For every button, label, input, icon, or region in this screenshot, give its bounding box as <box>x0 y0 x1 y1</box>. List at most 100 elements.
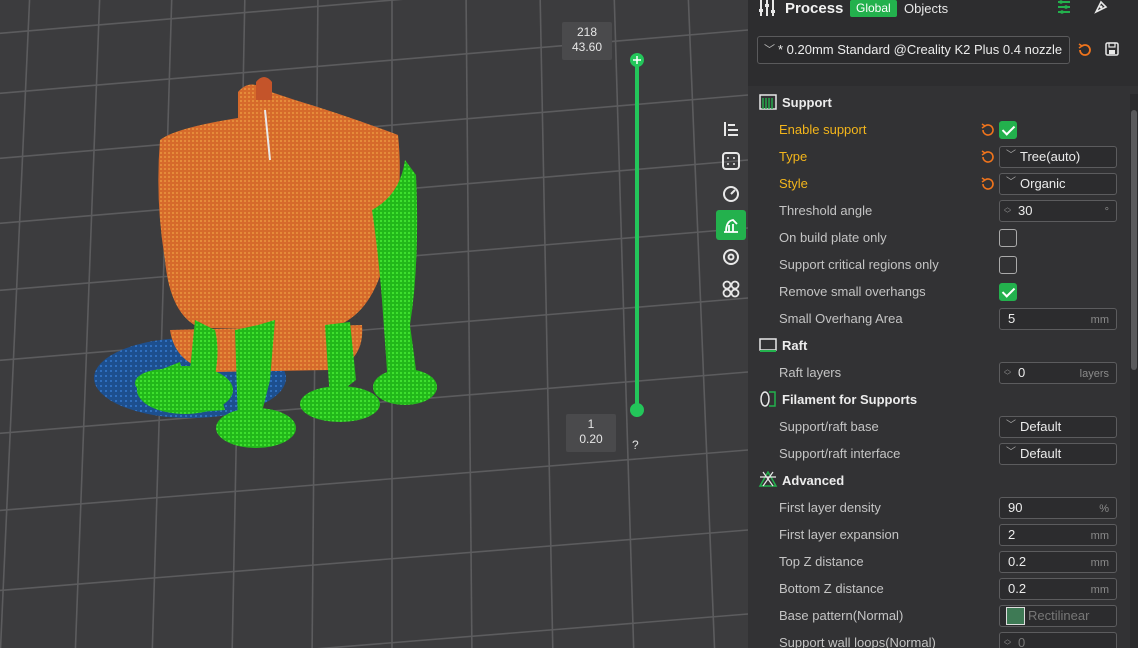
raft-layers-unit: layers <box>1079 368 1109 380</box>
base-pattern-row: Base pattern(Normal) Rectilinear <box>779 605 1129 627</box>
enable-support-label: Enable support <box>779 122 867 137</box>
advanced-list-icon[interactable] <box>1056 0 1072 14</box>
compare-presets-icon[interactable] <box>1093 0 1109 14</box>
enable-support-checkbox[interactable] <box>999 121 1017 139</box>
critical-regions-checkbox[interactable] <box>999 256 1017 274</box>
section-support: Support <box>758 92 832 112</box>
chevron-down-icon: ﹀ <box>1006 150 1016 161</box>
support-type-value: Tree(auto) <box>1020 149 1081 164</box>
build-plate-only-row: On build plate only <box>779 227 1129 249</box>
first-layer-density-label: First layer density <box>779 500 881 515</box>
layer-bottom-readout: 1 0.20 <box>566 414 616 452</box>
support-type-select[interactable]: ﹀ Tree(auto) <box>999 146 1117 168</box>
raft-layers-value: 0 <box>1018 365 1026 380</box>
raft-interface-row: Support/raft interface ﹀ Default <box>779 443 1129 465</box>
assembly-icon[interactable] <box>716 274 746 304</box>
process-header: Process Global Objects ﹀ * 0.20mm Standa… <box>748 0 1138 86</box>
settings-scrollbar[interactable] <box>1130 94 1138 648</box>
bottom-z-distance-label: Bottom Z distance <box>779 581 884 596</box>
reset-preset-icon[interactable] <box>1077 42 1093 58</box>
raft-interface-value: Default <box>1020 446 1062 461</box>
threshold-angle-row: Threshold angle ︿ ﹀ 30 ° <box>779 200 1129 222</box>
filament-section-icon <box>760 391 776 407</box>
object-list-icon[interactable] <box>716 114 746 144</box>
process-settings-icon <box>759 0 775 16</box>
support-style-select[interactable]: ﹀ Organic <box>999 173 1117 195</box>
bottom-z-distance-input[interactable]: 0.2 mm <box>999 578 1117 600</box>
scrollbar-thumb[interactable] <box>1131 110 1137 370</box>
reset-icon[interactable] <box>980 176 996 192</box>
support-section-icon <box>759 94 777 110</box>
base-pattern-label: Base pattern(Normal) <box>779 608 904 623</box>
build-plate-only-checkbox[interactable] <box>999 229 1017 247</box>
support-style-label: Style <box>779 176 808 191</box>
speed-gauge-icon[interactable] <box>716 178 746 208</box>
top-z-distance-input[interactable]: 0.2 mm <box>999 551 1117 573</box>
section-title: Filament for Supports <box>782 391 918 407</box>
preset-name: * 0.20mm Standard @Creality K2 Plus 0.4 … <box>778 42 1063 57</box>
threshold-angle-input[interactable]: ︿ ﹀ 30 ° <box>999 200 1117 222</box>
top-z-distance-unit: mm <box>1090 557 1109 569</box>
section-advanced: Advanced <box>758 470 844 490</box>
remove-small-overhangs-row: Remove small overhangs <box>779 281 1129 303</box>
bottom-layer-number: 1 <box>587 417 595 431</box>
support-paint-icon[interactable] <box>716 210 746 240</box>
bottom-z-distance-value: 0.2 <box>1008 581 1027 596</box>
plate-view-icon[interactable] <box>716 146 746 176</box>
base-pattern-value: Rectilinear <box>1028 608 1090 623</box>
bottom-z-distance-row: Bottom Z distance 0.2 mm <box>779 578 1129 600</box>
small-overhang-area-input[interactable]: 5 mm <box>999 308 1117 330</box>
seam-target-icon[interactable] <box>716 242 746 272</box>
critical-regions-row: Support critical regions only <box>779 254 1129 276</box>
raft-interface-select[interactable]: ﹀ Default <box>999 443 1117 465</box>
first-layer-expansion-input[interactable]: 2 mm <box>999 524 1117 546</box>
section-title: Support <box>782 94 832 110</box>
raft-layers-input[interactable]: ︿ ﹀ 0 layers <box>999 362 1117 384</box>
preview-scene[interactable] <box>0 0 748 648</box>
threshold-angle-label: Threshold angle <box>779 203 873 218</box>
bottom-z-distance-unit: mm <box>1090 584 1109 596</box>
section-title: Advanced <box>782 472 845 488</box>
first-layer-density-row: First layer density 90 % <box>779 497 1129 519</box>
spinner-icon[interactable]: ︿ ﹀ <box>1004 636 1013 648</box>
reset-icon[interactable] <box>980 122 996 138</box>
help-icon[interactable]: ? <box>632 438 639 452</box>
threshold-angle-value: 30 <box>1018 203 1033 218</box>
pattern-icon <box>1006 607 1025 625</box>
top-layer-number: 218 <box>576 25 598 39</box>
first-layer-density-value: 90 <box>1008 500 1023 515</box>
threshold-angle-unit: ° <box>1104 206 1109 218</box>
layer-top-readout: 218 43.60 <box>562 22 612 60</box>
save-preset-icon[interactable] <box>1105 42 1119 56</box>
enable-support-row: Enable support <box>779 119 1129 141</box>
wall-loops-input[interactable]: ︿ ﹀ 0 <box>999 632 1117 648</box>
layer-slider-bottom-handle[interactable] <box>630 403 644 417</box>
preview-viewport[interactable]: 218 43.60 1 0.20 ? <box>0 0 748 648</box>
critical-regions-label: Support critical regions only <box>779 257 939 272</box>
view-toolbar <box>716 114 746 306</box>
section-filament-supports: Filament for Supports <box>758 389 917 409</box>
preset-select[interactable]: ﹀ * 0.20mm Standard @Creality K2 Plus 0.… <box>757 36 1070 64</box>
tab-global[interactable]: Global <box>850 0 897 17</box>
process-panel: Process Global Objects ﹀ * 0.20mm Standa… <box>748 0 1138 648</box>
build-plate-only-label: On build plate only <box>779 230 887 245</box>
base-pattern-select[interactable]: Rectilinear <box>999 605 1117 627</box>
first-layer-expansion-unit: mm <box>1090 530 1109 542</box>
raft-base-value: Default <box>1020 419 1062 434</box>
raft-base-select[interactable]: ﹀ Default <box>999 416 1117 438</box>
first-layer-density-unit: % <box>1099 503 1109 515</box>
chevron-down-icon: ﹀ <box>1006 420 1016 431</box>
settings-list[interactable]: Support Enable support Type ﹀ Tree(auto) … <box>748 86 1138 648</box>
bottom-layer-height: 0.20 <box>579 432 603 446</box>
remove-small-overhangs-checkbox[interactable] <box>999 283 1017 301</box>
remove-small-overhangs-label: Remove small overhangs <box>779 284 926 299</box>
small-overhang-area-row: Small Overhang Area 5 mm <box>779 308 1129 330</box>
top-z-distance-value: 0.2 <box>1008 554 1027 569</box>
spinner-icon[interactable]: ︿ ﹀ <box>1004 204 1013 218</box>
tab-objects[interactable]: Objects <box>904 0 948 17</box>
first-layer-density-input[interactable]: 90 % <box>999 497 1117 519</box>
reset-icon[interactable] <box>980 149 996 165</box>
spinner-icon[interactable]: ︿ ﹀ <box>1004 366 1013 380</box>
small-overhang-area-label: Small Overhang Area <box>779 311 903 326</box>
support-type-label: Type <box>779 149 808 164</box>
